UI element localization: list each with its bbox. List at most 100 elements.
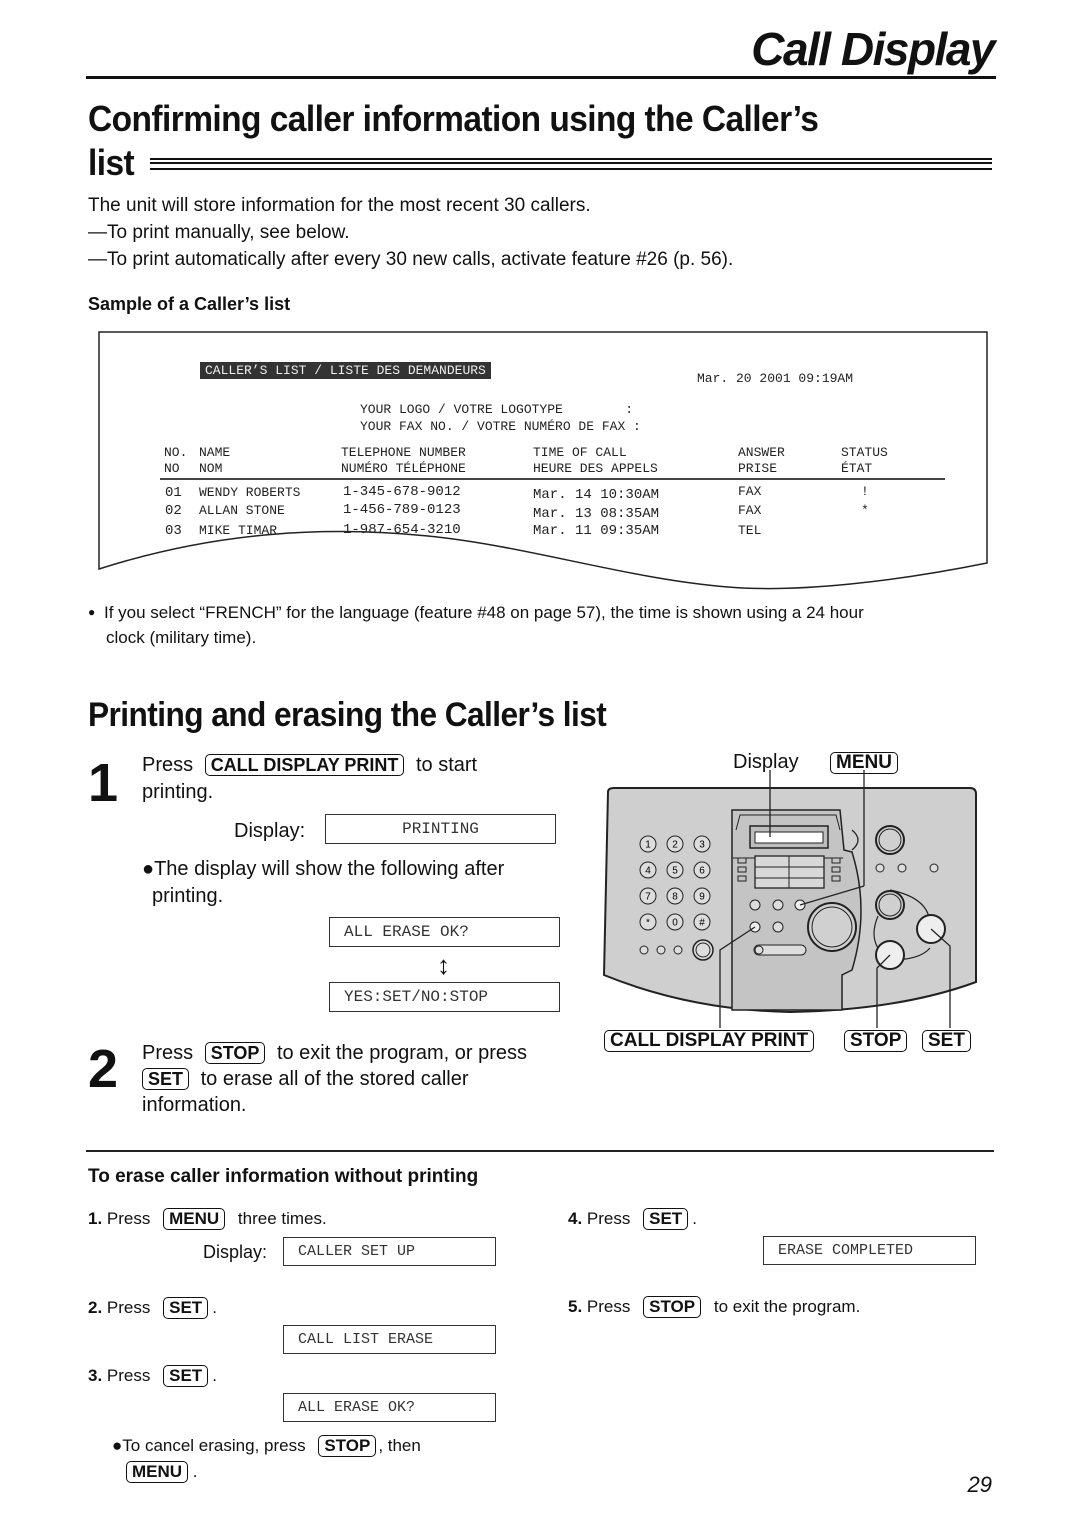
printout-logo-line: YOUR LOGO / VOTRE LOGOTYPE : [360, 402, 634, 417]
col-header-time: TIME OF CALL [533, 445, 627, 460]
stop-key[interactable]: STOP [318, 1435, 377, 1457]
row-2-name: ALLAN STONE [199, 503, 285, 518]
row-1-phone: 1-345-678-9012 [343, 484, 461, 500]
col-header-phone: TELEPHONE NUMBER [341, 445, 466, 460]
dial-key-label: 4 [645, 866, 651, 877]
lcd-all-erase-ok-2: ALL ERASE OK? [283, 1393, 496, 1422]
after-printing-note: ●The display will show the following aft… [142, 856, 504, 910]
french-note-line-2: clock (military time). [106, 628, 257, 647]
col-header-status: STATUS [841, 445, 888, 460]
then-text: , then [378, 1436, 421, 1455]
row-3-phone: 1-987-654-3210 [343, 522, 461, 538]
printout-date: Mar. 20 2001 09:19AM [697, 371, 854, 386]
col-header-no-fr: NO [164, 461, 180, 476]
fax-panel-diagram: 1 2 3 4 5 6 7 8 9 * 0 # [602, 770, 977, 1028]
menu-key[interactable]: MENU [163, 1208, 226, 1230]
printout-banner: CALLER’S LIST / LISTE DES DEMANDEURS [200, 362, 491, 379]
menu-key[interactable]: MENU [126, 1461, 189, 1483]
toggle-arrow-icon: ↕ [437, 950, 450, 980]
lcd-caller-set-up: CALLER SET UP [283, 1237, 496, 1266]
print-manually-text: —To print manually, see below. [88, 222, 350, 243]
printing-text: printing. [142, 781, 214, 803]
col-header-time-fr: HEURE DES APPELS [533, 461, 658, 476]
after-printing-line-1: ●The display will show the following aft… [142, 858, 505, 880]
erase-display-label: Display: [203, 1242, 268, 1262]
lcd-erase-completed: ERASE COMPLETED [763, 1236, 976, 1265]
lcd-printing: PRINTING [325, 814, 556, 844]
row-2-status: * [861, 503, 869, 518]
step-2-number: 2 [88, 1039, 119, 1099]
col-header-no: NO. [164, 445, 188, 460]
section-divider [86, 1150, 994, 1152]
after-printing-line-2: printing. [152, 885, 224, 907]
lcd-yes-no: YES:SET/NO:STOP [329, 982, 560, 1012]
dial-key-label: 9 [699, 892, 705, 903]
information-text: information. [142, 1094, 247, 1116]
row-1-no: 01 [165, 485, 182, 501]
cancel-prefix: ●To cancel erasing, press [112, 1436, 306, 1455]
exit-program-text: to exit the program. [713, 1297, 861, 1316]
step-number: 2. [88, 1298, 103, 1317]
french-note: ● If you select “FRENCH” for the languag… [88, 600, 864, 650]
heading-triple-rule [150, 158, 992, 170]
sample-heading: Sample of a Caller’s list [88, 294, 291, 314]
step-1-text: Press CALL DISPLAY PRINT to start printi… [142, 752, 477, 806]
col-header-answer-fr: PRISE [738, 461, 778, 476]
stop-key[interactable]: STOP [643, 1296, 702, 1318]
row-1-name: WENDY ROBERTS [199, 485, 301, 500]
dial-key-label: 0 [672, 918, 678, 929]
erase-step-3: 3. Press SET. [88, 1365, 217, 1387]
row-3-time: Mar. 11 09:35AM [533, 523, 660, 539]
lcd-call-list-erase: CALL LIST ERASE [283, 1325, 496, 1354]
row-1-time: Mar. 14 10:30AM [533, 487, 660, 503]
erase-all-text: to erase all of the stored caller [200, 1068, 469, 1090]
dial-key-label: 7 [645, 892, 651, 903]
set-key[interactable]: SET [643, 1208, 689, 1230]
row-2-time: Mar. 13 08:35AM [533, 506, 660, 522]
console-button [772, 899, 784, 911]
press-text: Press [106, 1298, 151, 1317]
col-header-name-fr: NOM [199, 461, 223, 476]
step-number: 1. [88, 1209, 103, 1228]
erase-heading: To erase caller information without prin… [88, 1166, 479, 1187]
heading-line-1: Confirming caller information using the … [88, 98, 819, 139]
exit-text: to exit the program, or press [276, 1042, 528, 1064]
press-text: Press [586, 1297, 631, 1316]
col-header-answer: ANSWER [738, 445, 785, 460]
row-2-answer: FAX [738, 503, 762, 518]
section-heading-confirming: Confirming caller information using the … [88, 98, 819, 140]
lcd-all-erase-ok: ALL ERASE OK? [329, 917, 560, 947]
erase-step-1: 1. Press MENU three times. [88, 1208, 327, 1230]
bullet-icon: ● [88, 605, 96, 619]
col-header-phone-fr: NUMÉRO TÉLÉPHONE [341, 461, 466, 476]
call-display-print-key[interactable]: CALL DISPLAY PRINT [204, 754, 405, 776]
step-2-text: Press STOP to exit the program, or press… [142, 1040, 527, 1118]
heading-line-2: list [88, 142, 135, 183]
dial-key-label: 2 [672, 840, 678, 851]
header-underline [160, 478, 945, 480]
header-rule [86, 76, 996, 79]
row-1-status: ! [861, 484, 869, 499]
dial-key-label: 6 [699, 866, 705, 877]
stop-key[interactable]: STOP [204, 1042, 266, 1064]
row-1-answer: FAX [738, 484, 762, 499]
to-start-text: to start [415, 754, 478, 776]
period: . [192, 1462, 198, 1481]
display-label: Display: [234, 820, 306, 842]
page-number: 29 [967, 1472, 992, 1497]
set-key[interactable]: SET [163, 1297, 209, 1319]
diagram-call-display-print-label: CALL DISPLAY PRINT [604, 1030, 815, 1052]
intro-text: The unit will store information for the … [88, 195, 591, 216]
set-key[interactable]: SET [163, 1365, 209, 1387]
cancel-note: ●To cancel erasing, press STOP, then MEN… [112, 1433, 421, 1485]
erase-step-4: 4. Press SET. [568, 1208, 697, 1230]
section-heading-printing: Printing and erasing the Caller’s list [88, 696, 607, 734]
jog-dial [807, 902, 857, 952]
dial-key-label: 5 [672, 866, 678, 877]
row-3-answer: TEL [738, 523, 762, 538]
step-number: 3. [88, 1366, 103, 1385]
set-key[interactable]: SET [142, 1068, 190, 1090]
console-button [772, 921, 784, 933]
row-2-no: 02 [165, 503, 182, 519]
dial-key-label: 3 [699, 840, 705, 851]
